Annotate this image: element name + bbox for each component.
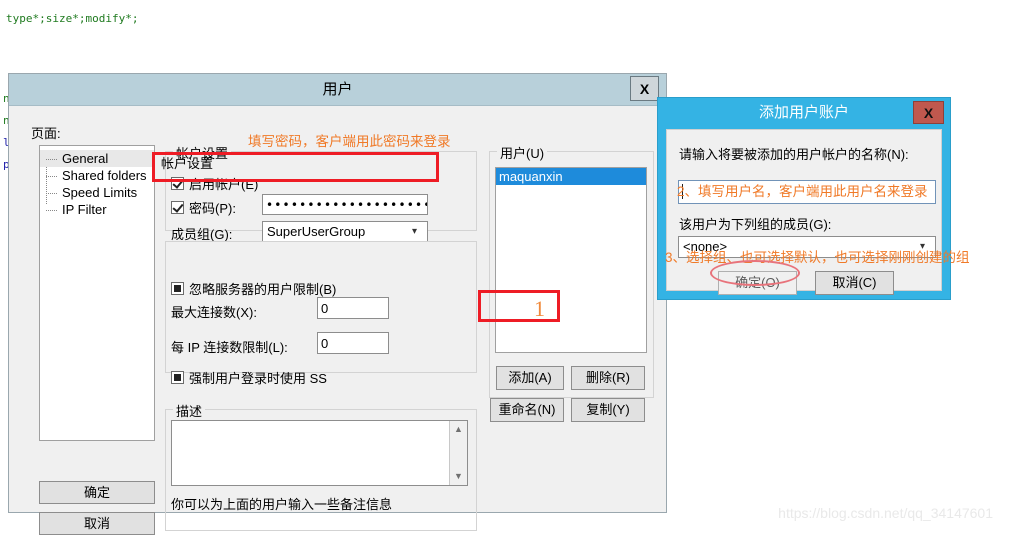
text-caret-icon	[682, 184, 683, 199]
max-connections-label: 最大连接数(X):	[171, 305, 257, 320]
member-group-value: SuperUserGroup	[267, 224, 366, 239]
pages-tree[interactable]: General Shared folders Speed Limits IP F…	[39, 145, 155, 441]
name-prompt-label: 请输入将要被添加的用户帐户的名称(N):	[679, 147, 909, 162]
users-dialog-title: 用户	[322, 81, 353, 98]
sidebar-item-label: Speed Limits	[62, 185, 138, 200]
rename-user-button[interactable]: 重命名(N)	[490, 398, 564, 422]
pages-label: 页面:	[31, 126, 61, 141]
users-dialog-titlebar: 用户 X	[9, 74, 666, 106]
add-account-titlebar: 添加用户账户 X	[658, 98, 950, 128]
tree-dash-icon	[46, 158, 57, 160]
account-settings-legend: 帐户设置	[161, 156, 214, 171]
group-prompt-label: 该用户为下列组的成员(G):	[679, 217, 832, 232]
remove-user-button[interactable]: 删除(R)	[571, 366, 645, 390]
add-account-title: 添加用户账户	[758, 104, 849, 121]
bypass-server-limits-label: 忽略服务器的用户限制(B)	[189, 282, 337, 297]
add-user-button[interactable]: 添加(A)	[496, 366, 564, 390]
ok-button[interactable]: 确定	[39, 481, 155, 504]
chevron-down-icon: ▾	[412, 225, 418, 237]
cancel-button[interactable]: 取消	[39, 512, 155, 535]
checkbox-icon[interactable]	[171, 177, 184, 190]
chevron-down-icon: ▾	[920, 241, 926, 252]
checkbox-icon[interactable]	[171, 282, 184, 295]
account-group-value: <none>	[683, 239, 728, 254]
description-value	[172, 421, 467, 425]
force-ssl-row[interactable]: 强制用户登录时使用 SS	[171, 368, 327, 387]
tree-dash-icon	[46, 175, 57, 177]
description-title: 描述	[173, 401, 206, 420]
cancel-button[interactable]: 取消(C)	[815, 271, 894, 295]
users-dialog-body: 页面: General Shared folders Speed Limits	[13, 109, 662, 535]
member-group-select[interactable]: SuperUserGroup ▾	[262, 221, 428, 242]
per-ip-limit-field[interactable]: 0	[317, 332, 389, 354]
sidebar-item-shared-folders[interactable]: Shared folders	[40, 167, 154, 184]
copy-user-button[interactable]: 复制(Y)	[571, 398, 645, 422]
scroll-up-icon[interactable]: ▲	[450, 421, 467, 438]
list-item[interactable]: maquanxin	[496, 168, 646, 185]
description-textarea[interactable]: ▲ ▼	[171, 420, 468, 486]
password-label: 密码(P):	[189, 201, 236, 216]
add-account-dialog: 添加用户账户 X 请输入将要被添加的用户帐户的名称(N): 该用户为下列组的成员…	[657, 97, 951, 300]
sidebar-item-speed-limits[interactable]: Speed Limits	[40, 184, 154, 201]
close-icon[interactable]: X	[913, 101, 944, 124]
tree-dash-icon	[46, 192, 57, 194]
account-name-input[interactable]	[678, 180, 936, 204]
force-ssl-label: 强制用户登录时使用 SS	[189, 371, 327, 386]
sidebar-item-label: General	[62, 151, 109, 166]
bypass-server-limits-row[interactable]: 忽略服务器的用户限制(B)	[171, 279, 336, 298]
password-field[interactable]: ••••••••••••••••••••••••	[262, 194, 428, 215]
scroll-down-icon[interactable]: ▼	[450, 468, 467, 485]
users-listbox[interactable]: maquanxin	[495, 167, 647, 353]
users-group-title: 用户(U)	[497, 143, 548, 162]
add-account-body: 请输入将要被添加的用户帐户的名称(N): 该用户为下列组的成员(G): <non…	[666, 129, 942, 295]
close-icon[interactable]: X	[630, 76, 659, 101]
enable-account-label: 启用帐户(E)	[189, 177, 259, 192]
sidebar-item-ip-filter[interactable]: IP Filter	[40, 201, 154, 218]
max-connections-field[interactable]: 0	[317, 297, 389, 319]
confirm-button[interactable]: 确定(O)	[718, 271, 797, 295]
description-hint: 你可以为上面的用户输入一些备注信息	[171, 497, 393, 512]
account-group-select[interactable]: <none> ▾	[678, 236, 936, 258]
watermark: https://blog.csdn.net/qq_34147601	[778, 505, 993, 521]
description-scrollbar[interactable]: ▲ ▼	[449, 421, 467, 485]
users-dialog: 用户 X 页面: General Shared folders Speed Li…	[8, 73, 667, 535]
sidebar-item-general[interactable]: General	[40, 150, 154, 167]
sidebar-item-label: IP Filter	[62, 202, 107, 217]
checkbox-icon[interactable]	[171, 201, 184, 214]
sidebar-item-label: Shared folders	[62, 168, 147, 183]
background-code-text: type*;size*;modify*;	[6, 12, 139, 25]
password-row[interactable]: 密码(P):	[171, 198, 236, 217]
tree-dash-icon	[46, 209, 57, 211]
enable-account-row[interactable]: 启用帐户(E)	[171, 174, 258, 193]
per-ip-limit-label: 每 IP 连接数限制(L):	[171, 340, 288, 355]
checkbox-icon[interactable]	[171, 371, 184, 384]
